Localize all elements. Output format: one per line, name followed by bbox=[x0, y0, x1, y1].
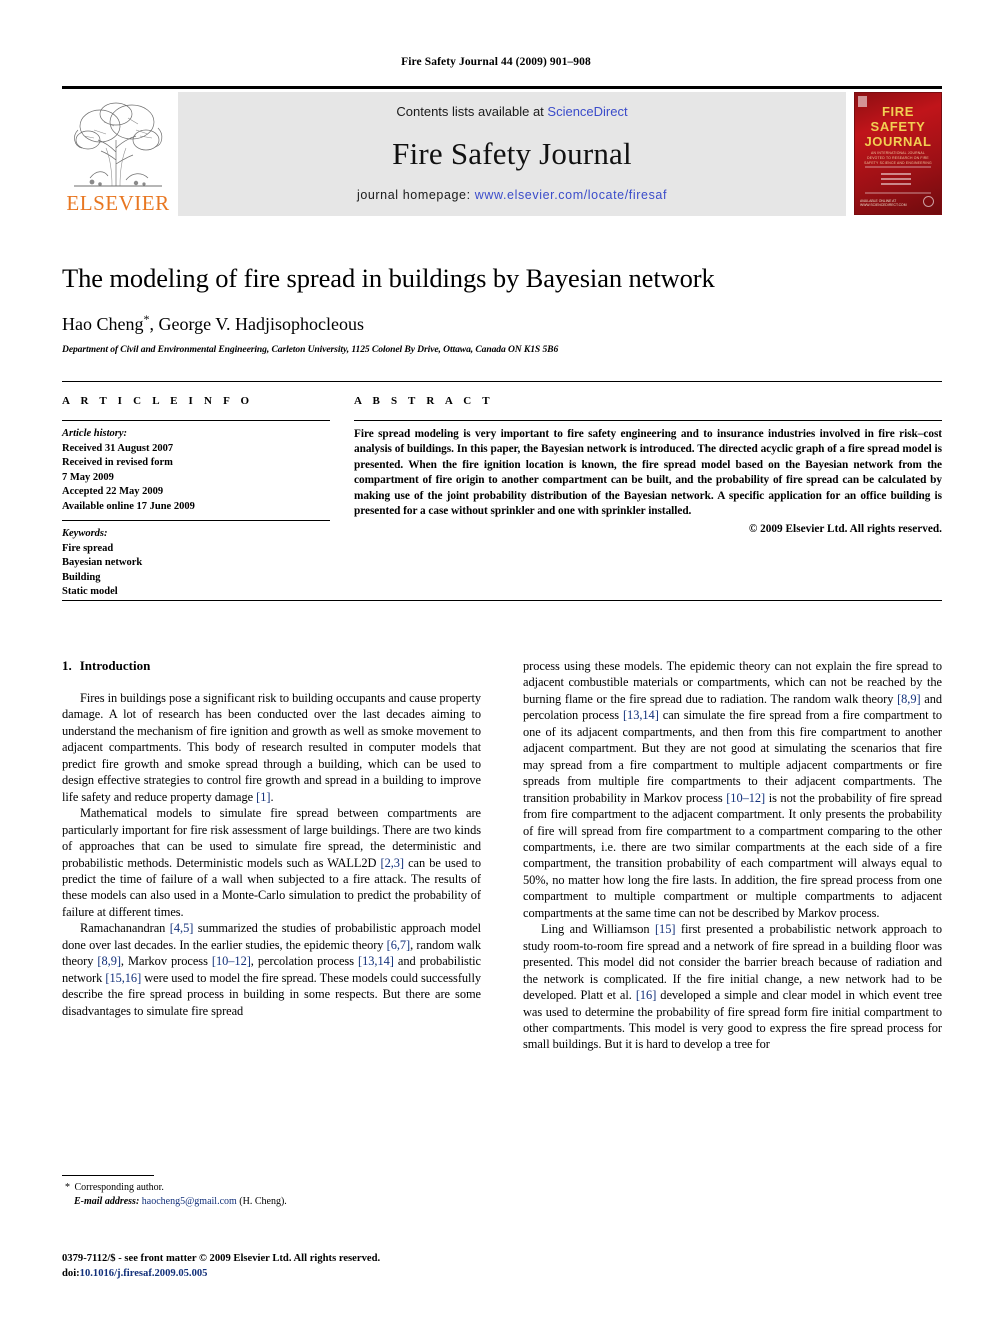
citation-link[interactable]: [13,14] bbox=[358, 954, 394, 968]
citation-link[interactable]: [10–12] bbox=[212, 954, 251, 968]
email-label: E-mail address: bbox=[74, 1195, 140, 1207]
article-history-item: Received in revised form bbox=[62, 457, 173, 468]
affiliation: Department of Civil and Environmental En… bbox=[62, 344, 559, 355]
section-number: 1. bbox=[62, 658, 72, 673]
article-info-rule-top bbox=[62, 420, 330, 421]
doi-link[interactable]: 10.1016/j.firesaf.2009.05.005 bbox=[80, 1268, 208, 1279]
band-bottom-rule bbox=[62, 600, 942, 601]
journal-homepage-line: journal homepage: www.elsevier.com/locat… bbox=[357, 188, 667, 202]
paragraph: Fires in buildings pose a significant ri… bbox=[62, 691, 481, 804]
page-title: The modeling of fire spread in buildings… bbox=[62, 263, 715, 293]
corresponding-author-text: Corresponding author. bbox=[72, 1182, 164, 1193]
doi-label: doi: bbox=[62, 1267, 80, 1279]
section-title-text: Introduction bbox=[79, 658, 151, 673]
body-column-right: process using these models. The epidemic… bbox=[523, 658, 942, 1053]
author-list: Hao Cheng*, George V. Hadjisophocleous bbox=[62, 308, 942, 335]
abstract-copyright: © 2009 Elsevier Ltd. All rights reserved… bbox=[748, 523, 942, 536]
keyword-item: Static model bbox=[62, 586, 118, 597]
article-history-item: Available online 17 June 2009 bbox=[62, 500, 195, 512]
cover-title-line3: JOURNAL bbox=[864, 134, 932, 149]
cover-block-2 bbox=[881, 178, 911, 180]
email-owner: (H. Cheng). bbox=[239, 1195, 287, 1207]
footnote-star-icon: * bbox=[65, 1182, 70, 1193]
contents-prefix: Contents lists available at bbox=[396, 104, 548, 119]
article-info-rule-mid bbox=[62, 520, 330, 521]
citation-link[interactable]: [8,9] bbox=[897, 692, 921, 706]
citation-link[interactable]: [1] bbox=[256, 790, 270, 804]
abstract-heading: A B S T R A C T bbox=[354, 395, 494, 407]
citation-link[interactable]: [16] bbox=[636, 988, 657, 1002]
abstract-column: A B S T R A C T Fire spread modeling is … bbox=[330, 382, 942, 600]
cover-divider-2 bbox=[865, 192, 931, 194]
paragraph: Ling and Williamson [15] first presented… bbox=[523, 922, 943, 1052]
homepage-prefix: journal homepage: bbox=[356, 188, 475, 202]
article-info-heading: A R T I C L E I N F O bbox=[62, 395, 254, 407]
running-head: Fire Safety Journal 44 (2009) 901–908 bbox=[401, 56, 591, 68]
citation-link[interactable]: [4,5] bbox=[170, 921, 194, 935]
footnote-area: * Corresponding author. E-mail address: … bbox=[62, 1175, 481, 1208]
cover-title: FIRE SAFETY JOURNAL bbox=[855, 104, 941, 149]
imprint-block: 0379-7112/$ - see front matter © 2009 El… bbox=[62, 1252, 532, 1281]
citation-link[interactable]: [6,7] bbox=[387, 938, 411, 952]
doi-line: doi:10.1016/j.firesaf.2009.05.005 bbox=[62, 1267, 532, 1282]
email-address-link[interactable]: haocheng5@gmail.com bbox=[142, 1196, 237, 1207]
article-history-item: Accepted 22 May 2009 bbox=[62, 486, 164, 497]
article-history-item: Received 31 August 2007 bbox=[62, 442, 174, 454]
citation-link[interactable]: [15,16] bbox=[105, 971, 141, 985]
footnote-rule bbox=[62, 1175, 154, 1176]
abstract-text: Fire spread modeling is very important t… bbox=[354, 428, 942, 518]
author-rest: , George V. Hadjisophocleous bbox=[149, 314, 364, 334]
journal-title: Fire Safety Journal bbox=[392, 135, 632, 171]
author-primary: Hao Cheng bbox=[62, 314, 144, 334]
keyword-item: Fire spread bbox=[62, 542, 114, 554]
citation-link[interactable]: [13,14] bbox=[623, 708, 659, 722]
keyword-item: Bayesian network bbox=[62, 557, 143, 568]
paragraph: Mathematical models to simulate fire spr… bbox=[62, 806, 481, 919]
masthead-center-panel: Contents lists available at ScienceDirec… bbox=[178, 92, 846, 216]
journal-article-page: Fire Safety Journal 44 (2009) 901–908 EL… bbox=[0, 0, 992, 1323]
abstract-rule-top bbox=[354, 420, 942, 421]
journal-cover-thumbnail: FIRE SAFETY JOURNAL AN INTERNATIONAL JOU… bbox=[854, 92, 942, 215]
elsevier-tree-icon bbox=[74, 102, 163, 187]
keyword-item: Building bbox=[62, 571, 101, 583]
paragraph: Ramachanandran [4,5] summarized the stud… bbox=[62, 921, 482, 1018]
email-note: E-mail address: haocheng5@gmail.com (H. … bbox=[62, 1195, 481, 1209]
section-heading-introduction: 1. Introduction bbox=[62, 658, 481, 674]
body-column-left: 1. Introduction Fires in buildings pose a… bbox=[62, 658, 481, 1053]
info-abstract-band: A R T I C L E I N F O Article history: R… bbox=[62, 381, 942, 600]
issn-front-matter: 0379-7112/$ - see front matter © 2009 El… bbox=[62, 1253, 381, 1264]
keywords-label: Keywords: bbox=[62, 528, 108, 539]
body-columns: 1. Introduction Fires in buildings pose a… bbox=[62, 658, 942, 1053]
journal-masthead: ELSEVIER Contents lists available at Sci… bbox=[62, 86, 942, 219]
cover-title-line2: SAFETY bbox=[870, 119, 926, 134]
elsevier-logo: ELSEVIER bbox=[62, 92, 174, 216]
cover-block-1 bbox=[881, 173, 911, 175]
cover-block-3 bbox=[881, 183, 911, 185]
citation-link[interactable]: [15] bbox=[655, 922, 676, 936]
article-info-column: A R T I C L E I N F O Article history: R… bbox=[62, 382, 330, 600]
journal-homepage-link[interactable]: www.elsevier.com/locate/firesaf bbox=[475, 188, 667, 202]
article-history-item: 7 May 2009 bbox=[62, 471, 114, 483]
elsevier-wordmark: ELSEVIER bbox=[66, 191, 170, 215]
contents-available-line: Contents lists available at ScienceDirec… bbox=[396, 104, 627, 119]
citation-link[interactable]: [2,3] bbox=[381, 856, 405, 870]
paragraph: process using these models. The epidemic… bbox=[523, 659, 943, 920]
citation-link[interactable]: [10–12] bbox=[726, 791, 765, 805]
cover-subtitle: AN INTERNATIONAL JOURNAL DEVOTED TO RESE… bbox=[864, 151, 932, 165]
citation-link[interactable]: [8,9] bbox=[97, 954, 121, 968]
cover-title-line1: FIRE bbox=[881, 104, 914, 119]
title-block: The modeling of fire spread in buildings… bbox=[62, 262, 942, 356]
cover-emblem-icon bbox=[923, 196, 934, 207]
corresponding-author-note: * Corresponding author. bbox=[62, 1181, 481, 1195]
sciencedirect-link[interactable]: ScienceDirect bbox=[547, 104, 627, 119]
cover-divider-1 bbox=[865, 166, 931, 168]
article-history-label: Article history: bbox=[62, 428, 128, 439]
